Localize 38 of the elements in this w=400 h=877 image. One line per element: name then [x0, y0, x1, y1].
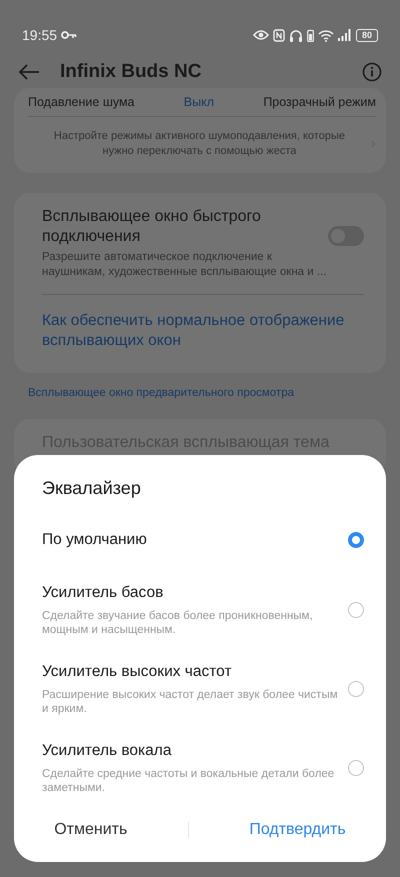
- battery-indicator: 80: [356, 28, 378, 42]
- radio-button[interactable]: [348, 680, 364, 696]
- option-label: По умолчанию: [42, 530, 148, 550]
- mode-label[interactable]: Прозрачный режим: [263, 92, 376, 112]
- key-icon: [61, 30, 78, 40]
- option-description: Сделайте средние частоты и вокальные детали более заметными.: [42, 768, 336, 796]
- info-icon[interactable]: [362, 62, 382, 82]
- radio-button[interactable]: [348, 602, 364, 618]
- cancel-button[interactable]: Отменить: [34, 812, 148, 848]
- equalizer-option[interactable]: По умолчанию: [42, 518, 364, 572]
- signal-icon: [338, 29, 352, 41]
- page-title: Infinix Buds NC: [60, 60, 202, 84]
- setting-title: Всплывающее окно быстрого подключения: [42, 206, 262, 248]
- option-description: Расширение высоких частот делает звук более чистым и ярким.: [42, 689, 339, 717]
- hint-text: Настройте режимы активного шумоподавления, которые нужно переключать с помощью жеста: [52, 129, 346, 159]
- equalizer-option[interactable]: Усилитель вокала Сделайте средние частоты и вокальные детали более заметными.: [42, 730, 364, 809]
- dialog-title: Эквалайзер: [42, 477, 142, 500]
- mode-label[interactable]: Подавление шума: [28, 92, 135, 112]
- help-link[interactable]: Как обеспечить нормальное отображение всплывающих окон: [42, 311, 364, 352]
- clock: 19:55: [22, 26, 58, 44]
- option-label: Усилитель высоких частот: [42, 662, 233, 682]
- nfc-icon: [273, 28, 285, 42]
- option-label: Усилитель вокала: [42, 741, 172, 762]
- equalizer-option[interactable]: Усилитель басов Сделайте звучание басов более проникновенным, мощным и насыщенным.: [42, 572, 364, 651]
- option-description: Сделайте звучание басов более проникновенным, мощным и насыщенным.: [42, 610, 314, 638]
- wifi-icon: [318, 28, 334, 42]
- mode-label[interactable]: Выкл: [184, 92, 214, 112]
- preview-link[interactable]: Всплывающее окно предварительного просмотра: [28, 385, 400, 403]
- headphones-icon: [289, 28, 303, 42]
- radio-button[interactable]: [348, 532, 364, 548]
- confirm-button[interactable]: Подтвердить: [229, 812, 366, 848]
- radio-button[interactable]: [348, 760, 364, 776]
- equalizer-option[interactable]: Усилитель высоких частот Расширение высоких частот делает звук более чистым и ярким.: [42, 651, 364, 730]
- option-label: Усилитель басов: [42, 583, 164, 604]
- back-arrow-icon[interactable]: [18, 64, 40, 80]
- small-battery-icon: [307, 28, 314, 42]
- eye-icon: [253, 29, 269, 41]
- setting-description: Разрешите автоматическое подключение к наушникам, художественные всплывающие окна и ...: [42, 250, 328, 280]
